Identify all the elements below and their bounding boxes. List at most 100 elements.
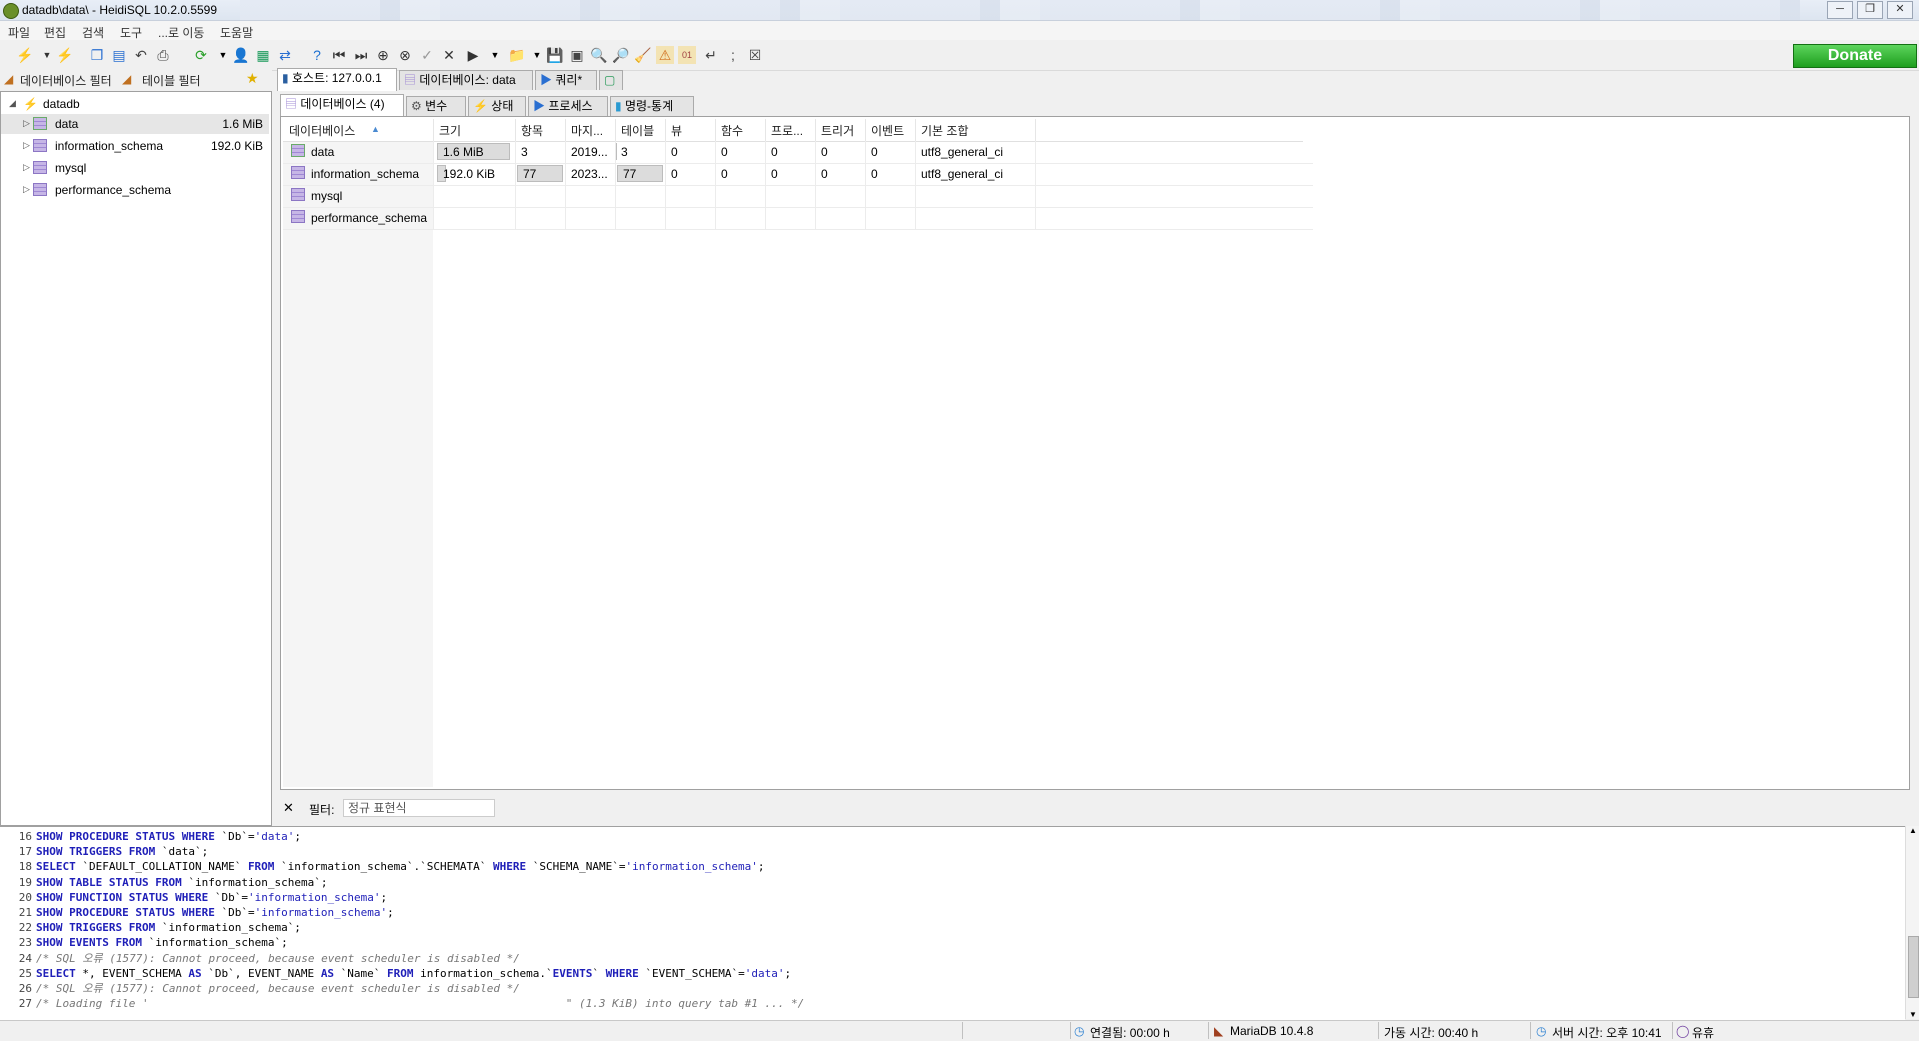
tab-query[interactable]: ▶ 쿼리*	[535, 70, 597, 90]
binary-icon[interactable]: 01	[678, 46, 696, 64]
save-icon[interactable]: 💾	[546, 46, 564, 64]
donate-button[interactable]: Donate	[1793, 44, 1917, 68]
dropdown-arrow-icon[interactable]: ▼	[38, 46, 56, 64]
table-filter-tab[interactable]: 테이블 필터	[142, 72, 201, 88]
print-icon[interactable]: ⎙	[154, 46, 172, 64]
scroll-thumb[interactable]	[1908, 936, 1919, 998]
header-items[interactable]: 항목	[521, 122, 543, 139]
close-filter-icon[interactable]: ✕	[283, 800, 294, 816]
scroll-down-icon[interactable]: ▼	[1909, 1010, 1917, 1019]
tab-status[interactable]: ⚡ 상태	[468, 96, 526, 116]
find-replace-icon[interactable]: 🔎	[612, 46, 630, 64]
table-filter-icon: ◢	[122, 72, 132, 86]
tab-processes[interactable]: ▶ 프로세스	[528, 96, 608, 116]
table-row[interactable]: performance_schema	[283, 207, 1313, 230]
table-row[interactable]: mysql	[283, 185, 1313, 208]
clear-icon[interactable]: 🧹	[634, 46, 652, 64]
add-record-icon[interactable]: ⊕	[374, 46, 392, 64]
expand-arrow-icon[interactable]: ▷	[23, 162, 30, 173]
expand-arrow-icon[interactable]: ▷	[23, 118, 30, 129]
menu-file[interactable]: 파일	[8, 24, 30, 41]
last-record-icon[interactable]: ⏭	[352, 46, 370, 64]
header-collation[interactable]: 기본 조합	[921, 122, 969, 139]
play-icon: ▶	[533, 99, 546, 113]
tab-databases[interactable]: ▤ 데이터베이스 (4)	[280, 94, 404, 116]
post-icon[interactable]: ✓	[418, 46, 436, 64]
paste-icon[interactable]: ▤	[110, 46, 128, 64]
close-tab-icon[interactable]: ☒	[746, 46, 764, 64]
copy-icon[interactable]: ❐	[88, 46, 106, 64]
comment-icon[interactable]: ;	[724, 46, 742, 64]
tree-item-data[interactable]: ▷ data 1.6 MiB	[1, 114, 269, 134]
server-time: 서버 시간: 오후 10:41	[1552, 1026, 1662, 1040]
first-record-icon[interactable]: ⏮	[330, 46, 348, 64]
tab-new-query[interactable]: ▢	[599, 70, 623, 90]
header-triggers[interactable]: 트리거	[821, 122, 854, 139]
header-procedures[interactable]: 프로...	[771, 122, 803, 139]
connect-icon[interactable]: ⚡	[16, 46, 34, 64]
tab-variables[interactable]: ⚙ 변수	[406, 96, 466, 116]
log-line: 19 SHOW TABLE STATUS FROM `information_sc…	[18, 875, 328, 889]
log-line: 16 SHOW PROCEDURE STATUS WHERE `Db`='data…	[18, 830, 301, 843]
transfer-icon[interactable]: ⇄	[276, 46, 294, 64]
header-database[interactable]: 데이터베이스	[289, 122, 355, 139]
open-folder-icon[interactable]: 📁	[508, 46, 526, 64]
left-filter-tabs: ◢ 데이터베이스 필터 ◢ 테이블 필터 ★	[0, 70, 272, 90]
menu-edit[interactable]: 편집	[44, 24, 66, 41]
sort-asc-icon: ▲	[371, 124, 380, 134]
favorites-star-icon[interactable]: ★	[246, 70, 259, 86]
menu-help[interactable]: 도움말	[220, 24, 253, 41]
tree-item-performance-schema[interactable]: ▷ performance_schema	[1, 180, 269, 200]
help-icon[interactable]: ?	[308, 46, 326, 64]
tab-command-stats[interactable]: ▮ 명령-통계	[610, 96, 694, 116]
save-as-icon[interactable]: ▣	[568, 46, 586, 64]
dropdown-arrow-icon[interactable]: ▼	[486, 46, 504, 64]
run-icon[interactable]: ▶	[464, 46, 482, 64]
delete-record-icon[interactable]: ⊗	[396, 46, 414, 64]
cancel-icon[interactable]: ✕	[440, 46, 458, 64]
log-line: 22 SHOW TRIGGERS FROM `information_schema…	[18, 921, 301, 935]
close-button[interactable]: ✕	[1887, 1, 1913, 19]
menu-search[interactable]: 검색	[82, 24, 104, 41]
filter-bar: ✕ 필터: 정규 표현식	[277, 796, 1917, 820]
find-icon[interactable]: 🔍	[590, 46, 608, 64]
maximize-button[interactable]: ❐	[1857, 1, 1883, 19]
undo-icon[interactable]: ↶	[132, 46, 150, 64]
table-row[interactable]: information_schema 192.0 KiB 77 2023... …	[283, 163, 1313, 186]
tree-root[interactable]: ◢ ⚡ datadb	[1, 94, 269, 114]
collapse-arrow-icon[interactable]: ◢	[9, 98, 16, 109]
menu-tools[interactable]: 도구	[120, 24, 142, 41]
menu-goto[interactable]: ...로 이동	[158, 24, 204, 41]
user-manager-icon[interactable]: 👤	[232, 46, 250, 64]
dropdown-arrow-icon[interactable]: ▼	[214, 46, 232, 64]
wrap-icon[interactable]: ↵	[702, 46, 720, 64]
tree-item-mysql[interactable]: ▷ mysql	[1, 158, 269, 178]
db-filter-tab[interactable]: 데이터베이스 필터	[20, 72, 112, 88]
header-events[interactable]: 이벤트	[871, 122, 904, 139]
tree-item-information-schema[interactable]: ▷ information_schema 192.0 KiB	[1, 136, 269, 156]
warning-icon[interactable]: ⚠	[656, 46, 674, 64]
tab-host[interactable]: ▮ 호스트: 127.0.0.1	[277, 68, 397, 91]
main-tabs: ▮ 호스트: 127.0.0.1 ▤ 데이터베이스: data ▶ 쿼리* ▢	[277, 68, 1917, 91]
dropdown-arrow-icon[interactable]: ▼	[528, 46, 546, 64]
export-icon[interactable]: ▦	[254, 46, 272, 64]
sql-log[interactable]: 16 SHOW PROCEDURE STATUS WHERE `Db`='data…	[0, 826, 1905, 1020]
scroll-up-icon[interactable]: ▲	[1909, 826, 1917, 835]
expand-arrow-icon[interactable]: ▷	[23, 140, 30, 151]
filter-input[interactable]: 정규 표현식	[343, 799, 495, 817]
table-row[interactable]: data 1.6 MiB 3 2019... 3 0 0 0 0 0 utf8_…	[283, 141, 1313, 164]
gear-icon: ⚙	[411, 99, 422, 113]
header-views[interactable]: 뷰	[671, 122, 682, 139]
header-functions[interactable]: 함수	[721, 122, 743, 139]
host-icon: ▮	[282, 71, 289, 85]
tab-database[interactable]: ▤ 데이터베이스: data	[399, 70, 533, 90]
header-tables[interactable]: 테이블	[621, 122, 654, 139]
header-size[interactable]: 크기	[439, 122, 461, 139]
refresh-icon[interactable]: ⟳	[192, 46, 210, 64]
disconnect-icon[interactable]: ⚡	[56, 46, 74, 64]
minimize-button[interactable]: ─	[1827, 1, 1853, 19]
expand-arrow-icon[interactable]: ▷	[23, 184, 30, 195]
log-line: 18 SELECT `DEFAULT_COLLATION_NAME` FROM `…	[18, 860, 765, 874]
header-last-modified[interactable]: 마지...	[571, 122, 603, 139]
log-scrollbar[interactable]: ▲ ▼	[1905, 826, 1919, 1019]
